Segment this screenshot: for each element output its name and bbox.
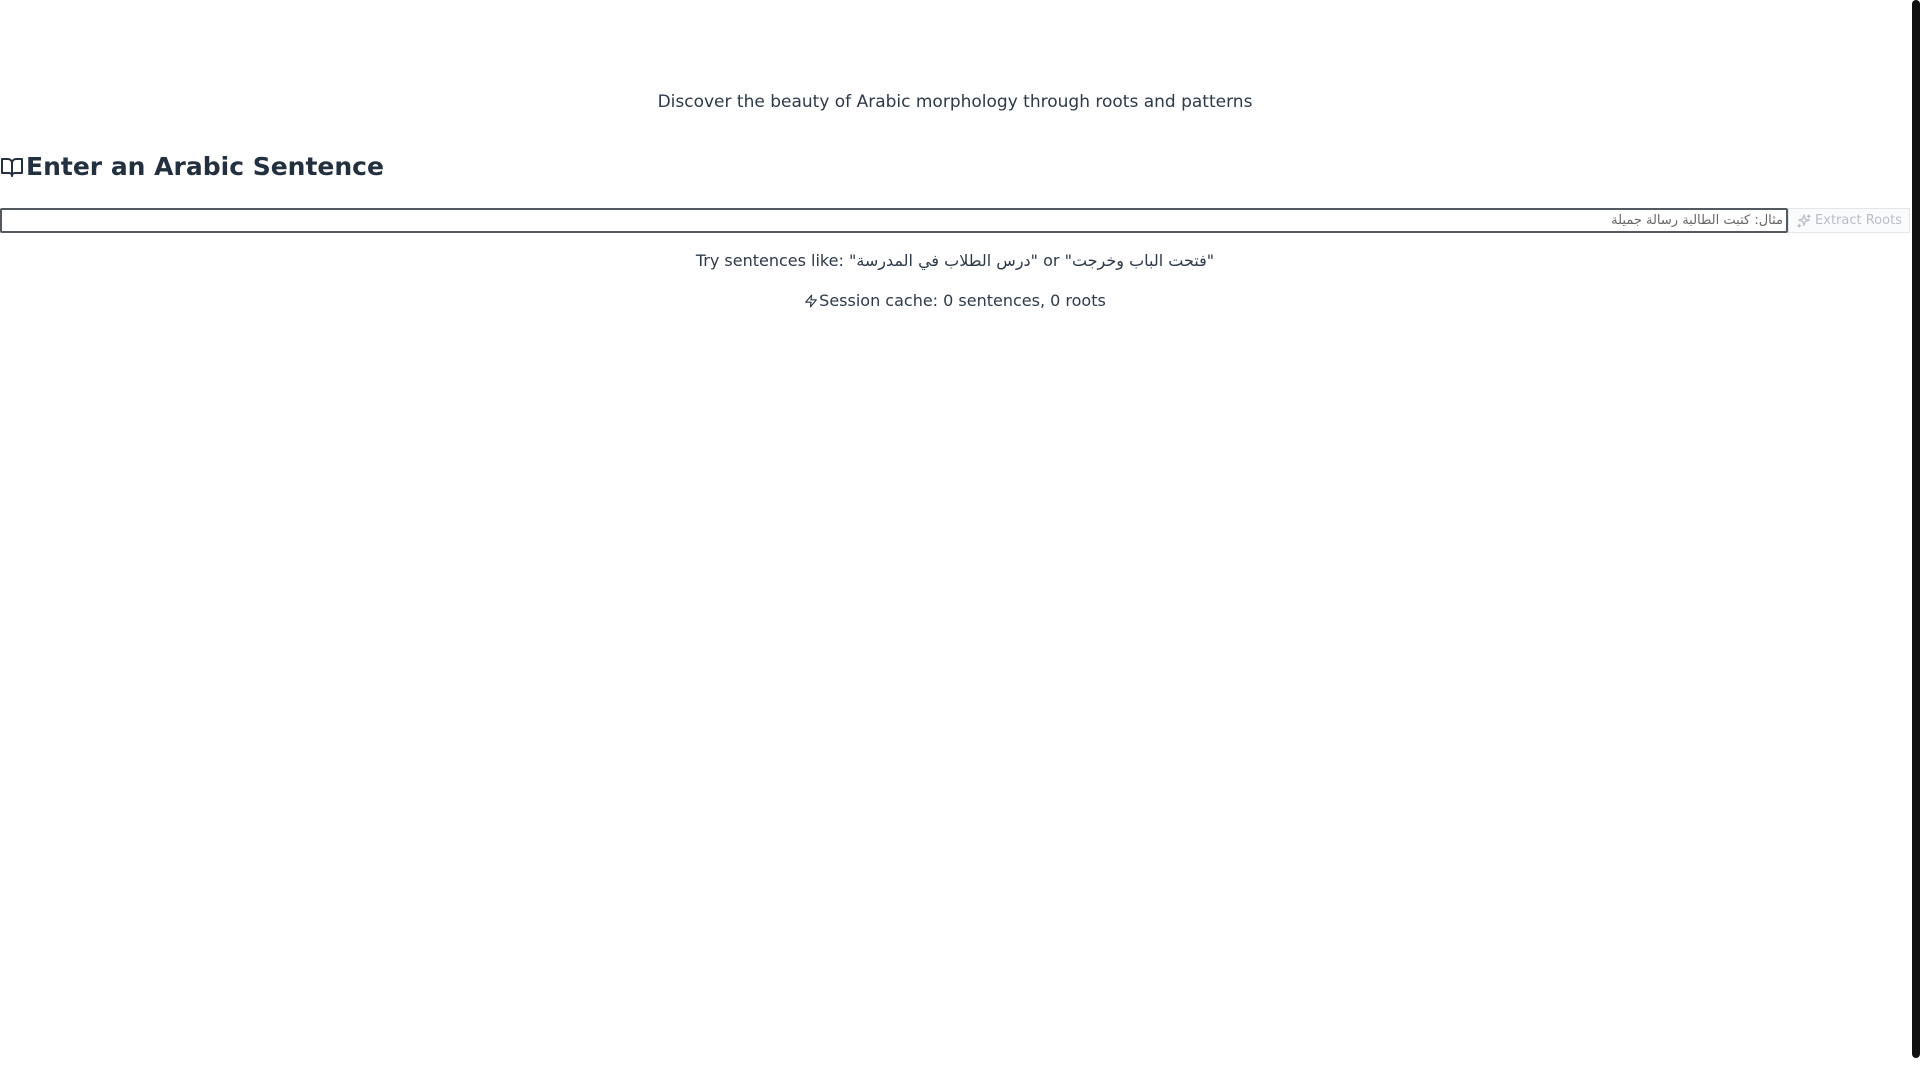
page: Discover the beauty of Arabic morphology… [0, 0, 1920, 1080]
example-sentence-2: فتحت الباب وخرجت [1071, 251, 1207, 270]
book-open-icon [0, 155, 24, 179]
sentence-input[interactable] [0, 208, 1788, 233]
section-heading: Enter an Arabic Sentence [0, 152, 384, 181]
examples-connector: or [1043, 251, 1060, 270]
vertical-scrollbar[interactable] [1912, 0, 1920, 1058]
session-cache-status: Session cache: 0 sentences, 0 roots [0, 291, 1910, 310]
sentence-input-row: Extract Roots [0, 208, 1910, 233]
session-cache-text: Session cache: 0 sentences, 0 roots [819, 291, 1106, 310]
page-subtitle: Discover the beauty of Arabic morphology… [657, 92, 1253, 112]
sparkles-icon [1796, 213, 1812, 229]
example-sentences: Try sentences like: "درس الطلاب في المدر… [695, 251, 1215, 270]
example-sentence-1: درس الطلاب في المدرسة [856, 251, 1031, 270]
section-heading-text: Enter an Arabic Sentence [26, 152, 384, 181]
examples-prefix: Try sentences like: [695, 251, 849, 270]
extract-roots-button[interactable]: Extract Roots [1788, 208, 1910, 233]
zap-icon [804, 294, 818, 308]
extract-roots-label: Extract Roots [1815, 213, 1902, 228]
